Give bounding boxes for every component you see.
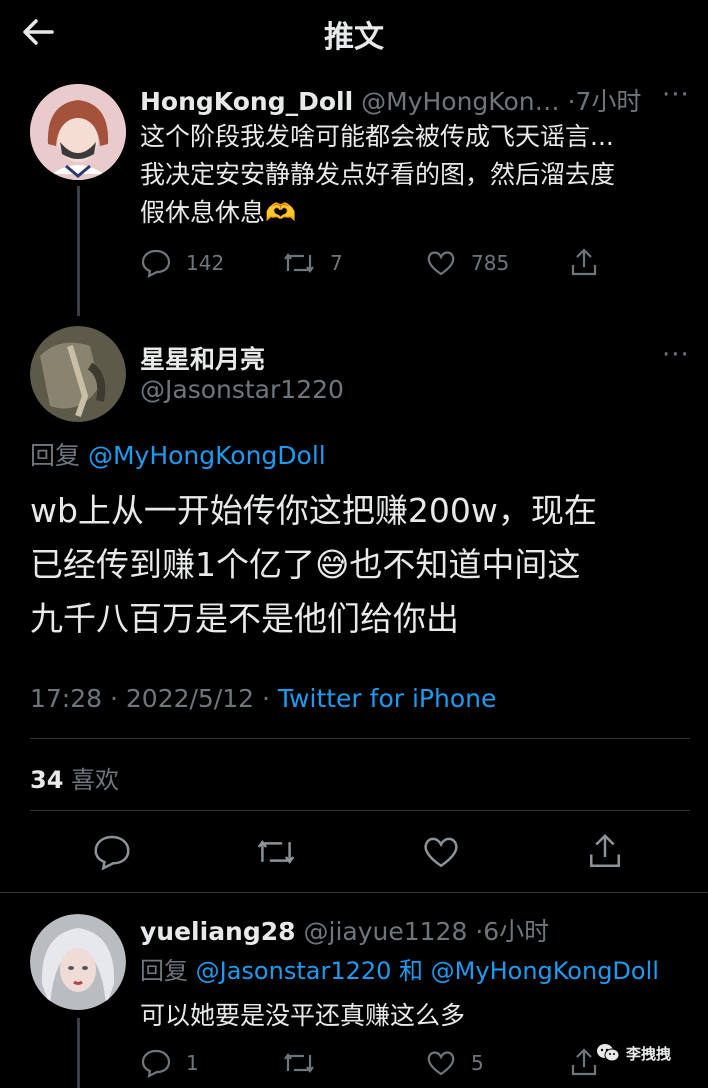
main-tweet-text-line: 九千八百万是不是他们给你出: [30, 599, 459, 638]
watermark: 李拽拽: [596, 1042, 671, 1064]
tweet1-retweet-button[interactable]: 7: [282, 247, 343, 279]
reply-and: 和: [399, 957, 424, 985]
divider: [30, 738, 690, 739]
main-tweet-replying-to: 回复 @MyHongKongDoll: [30, 436, 326, 472]
reply-icon: [141, 249, 171, 278]
thread-line: [77, 1018, 80, 1088]
tweet1-text-line: 这个阶段我发啥可能都会被传成飞天谣言...: [140, 122, 614, 151]
main-reply-icon[interactable]: [92, 832, 132, 872]
tweet1-handle[interactable]: @MyHongKon…: [361, 87, 559, 116]
tweet1-reply-button[interactable]: 142: [140, 247, 224, 279]
tweet3-handle[interactable]: @jiayue1128: [304, 917, 468, 946]
reply-icon: [141, 1049, 171, 1078]
tweet3-name[interactable]: yueliang28: [140, 917, 296, 946]
tweet3-like-count: 5: [471, 1051, 484, 1075]
tweet3-reply-count: 1: [186, 1051, 199, 1075]
avatar-hongkong-doll[interactable]: [30, 84, 126, 180]
wechat-icon: [597, 1044, 620, 1062]
tweet1-more-icon[interactable]: ···: [662, 80, 690, 110]
tweet1-text-line: 假休息休息🫶: [140, 198, 297, 227]
main-share-icon[interactable]: [585, 832, 625, 872]
avatar-jasonstar[interactable]: [30, 326, 126, 422]
reply-prefix: 回复: [30, 441, 81, 470]
reply-prefix: 回复: [140, 957, 188, 985]
main-retweet-icon[interactable]: [255, 832, 297, 872]
reply-to-link[interactable]: @MyHongKongDoll: [88, 441, 326, 470]
likes-count: 34: [30, 766, 64, 794]
tweet1-retweet-count: 7: [330, 251, 343, 275]
tweet3-like-button[interactable]: 5: [425, 1047, 484, 1079]
main-tweet-meta: 17:28 · 2022/5/12 · Twitter for iPhone: [30, 684, 496, 713]
tweet3-time: ·6小时: [475, 917, 550, 946]
main-tweet-text: wb上从一开始传你这把赚200w，现在 已经传到赚1个亿了😅也不知道中间这 九千…: [30, 484, 597, 646]
avatar-yueliang28[interactable]: [30, 914, 126, 1010]
main-tweet-handle[interactable]: @Jasonstar1220: [140, 375, 344, 404]
main-tweet-text-line: 已经传到赚1个亿了😅也不知道中间这: [30, 545, 581, 584]
divider: [30, 810, 690, 811]
heart-icon: [427, 251, 455, 276]
main-tweet-source-link[interactable]: Twitter for iPhone: [278, 684, 496, 713]
main-heart-icon[interactable]: [421, 832, 461, 872]
main-tweet-timestamp: 17:28 · 2022/5/12 ·: [30, 684, 278, 713]
retweet-icon: [284, 253, 314, 273]
tweet1-name[interactable]: HongKong_Doll: [140, 87, 353, 116]
tweet1-time: ·7小时: [567, 87, 642, 116]
tweet1-like-button[interactable]: 785: [425, 247, 509, 279]
reply-to-link[interactable]: @MyHongKongDoll: [431, 957, 659, 985]
tweet1-text-line: 我决定安安静静发点好看的图，然后溜去度: [140, 160, 616, 189]
likes-label: 喜欢: [71, 766, 120, 794]
watermark-text: 李拽拽: [626, 1044, 672, 1063]
heart-icon: [427, 1051, 455, 1076]
main-tweet-more-icon[interactable]: ···: [662, 340, 690, 370]
divider: [0, 892, 708, 893]
tweet3-reply-button[interactable]: 1: [140, 1047, 199, 1079]
main-tweet-text-line: wb上从一开始传你这把赚200w，现在: [30, 491, 597, 530]
thread-line: [77, 186, 80, 316]
tweet3-header: yueliang28 @jiayue1128 ·6小时: [140, 912, 549, 948]
reply-to-link[interactable]: @Jasonstar1220: [196, 957, 392, 985]
tweet1-like-count: 785: [471, 251, 510, 275]
tweet3-text: 可以她要是没平还真赚这么多: [140, 1001, 466, 1030]
page-title: 推文: [324, 20, 384, 55]
tweet3-retweet-icon[interactable]: [282, 1047, 316, 1079]
main-tweet-name[interactable]: 星星和月亮: [140, 340, 265, 376]
tweet1-header: HongKong_Doll @MyHongKon… ·7小时: [140, 82, 641, 118]
tweet1-text: 这个阶段我发啥可能都会被传成飞天谣言... 我决定安安静静发点好看的图，然后溜去…: [140, 118, 615, 232]
likes-summary[interactable]: 34 喜欢: [30, 760, 119, 795]
tweet3-replying-to: 回复 @Jasonstar1220 和 @MyHongKongDoll: [140, 951, 659, 986]
tweet1-reply-count: 142: [186, 251, 225, 275]
share-icon[interactable]: [568, 247, 600, 279]
